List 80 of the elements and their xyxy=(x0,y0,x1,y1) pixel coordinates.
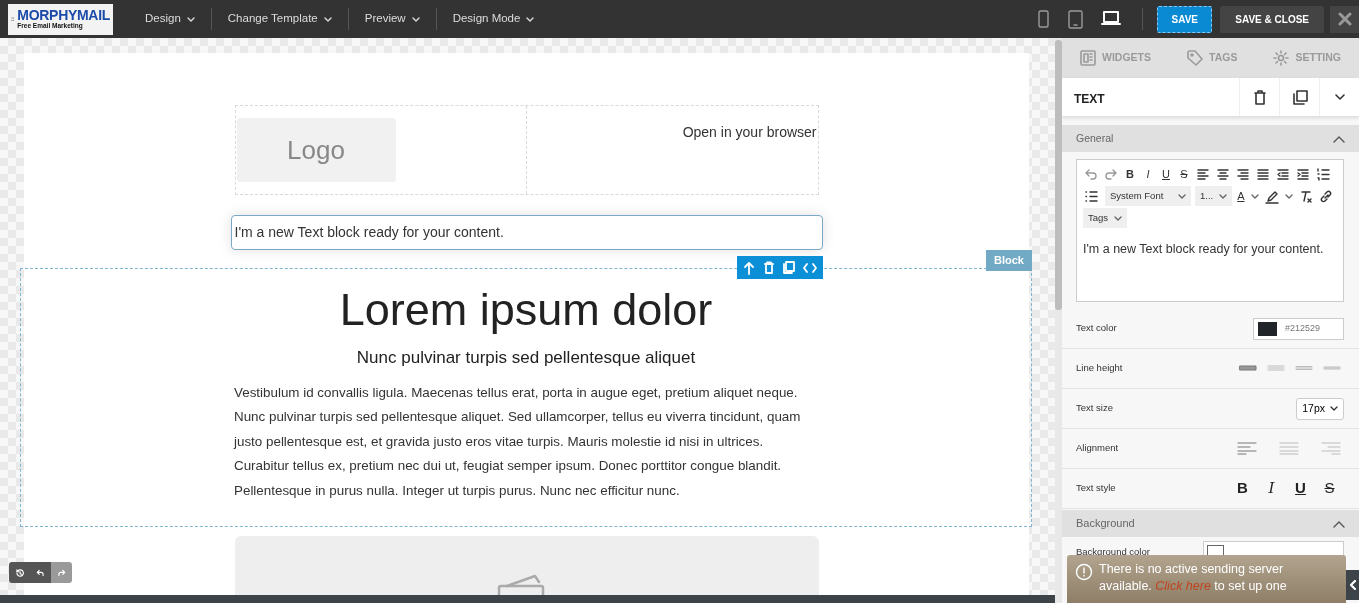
delete-icon[interactable] xyxy=(762,260,777,275)
property-label: Background color xyxy=(1076,544,1150,559)
bold-style-button[interactable]: B xyxy=(1228,477,1257,500)
close-icon xyxy=(1337,12,1352,26)
duplicate-icon xyxy=(1291,89,1308,105)
align-center-icon xyxy=(1216,166,1230,182)
text-editor[interactable]: B I U S System Font 1... A Tags I'm a new Text block ready for your content. xyxy=(1076,159,1344,302)
align-left-icon xyxy=(1196,166,1210,182)
settings-icon xyxy=(1273,50,1290,66)
notification-message: There is no active sending server available. Click here to set up one xyxy=(1099,561,1288,595)
indent-icon xyxy=(1296,166,1310,182)
property-label: Text style xyxy=(1076,481,1116,496)
outdent-icon xyxy=(1276,166,1290,182)
menu-dropdown[interactable]: Preview xyxy=(348,7,436,31)
duplicate-button[interactable] xyxy=(1279,78,1319,116)
browser-link[interactable]: Open in your browser xyxy=(682,124,817,140)
paragraph: Vestibulum id convallis ligula. Maecenas tellus erat, porta in augue eget, pretium aliquet neque. Nunc pulvinar turpis sed pellentesque aliquet. Sed ullamcorper, tellus eu viverra tincidunt, quam justo pellentesque est, et gravida justo eros vitae turpis. Mauris molestie id nisi in ultrices. Curabitur tellus ex, pretium nec dui ut, feugiat semper ipsum. Donec porttitor congue blandit. Pellentesque in purus nulla. Integer ut turpis purus. Nunc nec efficitur nunc. xyxy=(234,383,802,500)
duplicate-icon[interactable] xyxy=(782,260,797,275)
caret-icon xyxy=(411,16,420,22)
brand-name: MORPHYMAIL xyxy=(17,8,110,23)
menu-dropdown[interactable]: Design Mode xyxy=(436,7,551,31)
size-dropdown[interactable]: 1... xyxy=(1195,186,1233,206)
caret-icon xyxy=(1250,193,1259,199)
menu-dropdown[interactable]: Design xyxy=(129,7,211,31)
undo-button[interactable] xyxy=(30,562,51,583)
caret-icon xyxy=(1219,193,1228,199)
menu-dropdown[interactable]: Change Template xyxy=(211,7,348,31)
history-button[interactable] xyxy=(9,562,30,583)
property-label: Text color xyxy=(1076,321,1117,336)
numbered-list-icon xyxy=(1316,166,1330,182)
save-button[interactable]: SAVE xyxy=(1157,5,1213,33)
align-right-icon xyxy=(1236,166,1250,182)
phone-icon xyxy=(1037,9,1051,29)
caret-icon xyxy=(1114,215,1123,221)
underline-button[interactable]: U xyxy=(1159,164,1173,184)
strike-button[interactable]: S xyxy=(1177,164,1191,184)
delete-icon xyxy=(1251,89,1268,105)
warning-icon xyxy=(1075,563,1093,581)
underline-style-button[interactable]: U xyxy=(1286,477,1315,500)
element-title: TEXT xyxy=(1073,91,1106,108)
caret-icon xyxy=(1284,193,1293,199)
scrollbar-thumb[interactable] xyxy=(1055,40,1062,310)
section-header[interactable]: Background xyxy=(1062,510,1359,537)
caret-icon xyxy=(186,16,195,22)
clear-format-icon xyxy=(1298,188,1313,204)
move-up-icon[interactable] xyxy=(742,260,757,275)
block-label: Block xyxy=(986,250,1032,271)
tags-dropdown[interactable]: Tags xyxy=(1083,208,1128,228)
delete-button[interactable] xyxy=(1239,78,1279,116)
text-color-button[interactable]: A xyxy=(1236,186,1260,206)
collapse-panel-button[interactable] xyxy=(1346,570,1359,600)
caret-icon xyxy=(323,16,332,22)
editor-text: I'm a new Text block ready for your content. xyxy=(1083,241,1325,258)
caret-icon xyxy=(1178,193,1186,199)
text-block[interactable]: I'm a new Text block ready for your content. xyxy=(230,215,823,250)
justify-icon xyxy=(1256,166,1270,182)
save-close-button[interactable]: SAVE & CLOSE xyxy=(1220,5,1324,33)
heading: Lorem ipsum dolor xyxy=(338,283,714,337)
caret-icon xyxy=(526,16,535,22)
property-label: Line height xyxy=(1076,361,1123,376)
italic-button[interactable]: I xyxy=(1141,164,1155,184)
link-icon xyxy=(1318,188,1333,204)
widgets-icon xyxy=(1080,50,1096,66)
property-label: Alignment xyxy=(1076,441,1119,456)
tablet-icon xyxy=(1068,9,1084,29)
bulleted-list-icon xyxy=(1084,188,1098,204)
bold-button[interactable]: B xyxy=(1123,164,1137,184)
chevron-left-icon xyxy=(1348,580,1357,590)
code-icon[interactable] xyxy=(802,260,817,275)
font-dropdown[interactable]: System Font xyxy=(1105,186,1191,206)
caret-icon xyxy=(1330,406,1338,411)
italic-style-button[interactable]: I xyxy=(1257,477,1286,500)
color-field[interactable]: #212529 xyxy=(1253,317,1344,340)
subheading: Nunc pulvinar turpis sed pellentesque aliquet xyxy=(355,347,697,369)
property-label: Text size xyxy=(1076,401,1113,416)
section-header[interactable]: General xyxy=(1062,125,1359,152)
strike-style-button[interactable]: S xyxy=(1315,477,1344,500)
close-button[interactable] xyxy=(1330,5,1359,33)
size-dropdown[interactable]: 17px xyxy=(1296,397,1344,420)
tag-icon xyxy=(1187,50,1204,66)
